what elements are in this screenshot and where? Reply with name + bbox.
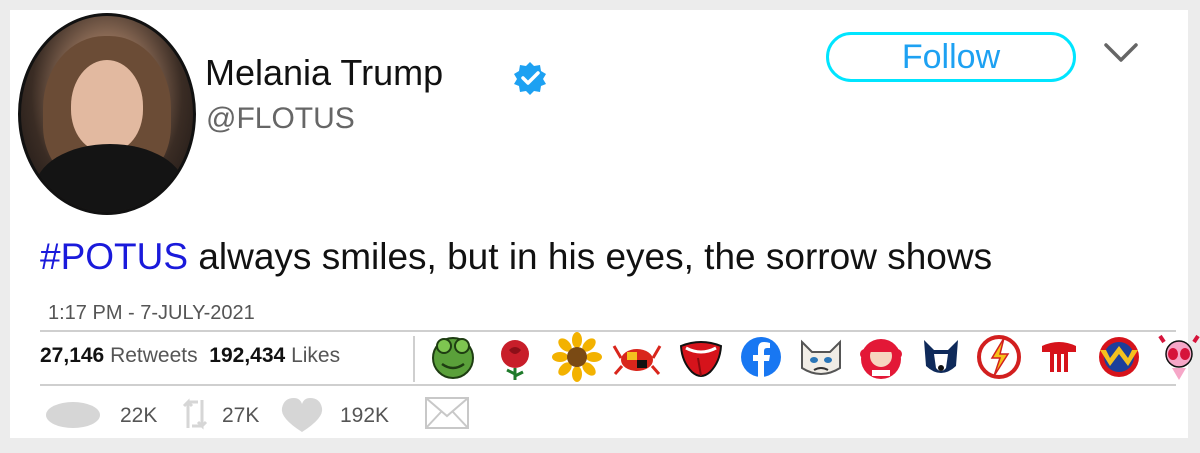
flash-badge-icon[interactable] bbox=[974, 332, 1024, 382]
avatar[interactable] bbox=[18, 13, 196, 215]
chevron-down-icon[interactable] bbox=[1104, 42, 1138, 64]
divider bbox=[40, 384, 1176, 386]
maryland-crab-badge-icon[interactable] bbox=[612, 332, 662, 382]
hashtag-link[interactable]: #POTUS bbox=[40, 236, 188, 277]
sunflower-badge-icon[interactable] bbox=[552, 332, 602, 382]
like-count[interactable]: 192K bbox=[340, 404, 389, 428]
like-icon[interactable] bbox=[278, 396, 326, 434]
rose-badge-icon[interactable] bbox=[490, 332, 540, 382]
engagement-stats: 27,146 Retweets 192,434 Likes bbox=[40, 344, 340, 368]
frog-badge-icon[interactable] bbox=[428, 332, 478, 382]
reply-count[interactable]: 22K bbox=[120, 404, 157, 428]
tweet-card: Melania Trump @FLOTUS Follow #POTUS alwa… bbox=[10, 10, 1200, 438]
tweet-text: #POTUS always smiles, but in his eyes, t… bbox=[40, 236, 992, 278]
facebook-badge-icon[interactable] bbox=[736, 332, 786, 382]
retweets-label[interactable]: Retweets bbox=[110, 344, 198, 367]
retweet-icon[interactable] bbox=[180, 394, 210, 434]
stats-divider bbox=[413, 336, 415, 382]
display-name[interactable]: Melania Trump bbox=[205, 52, 443, 94]
avatar-face bbox=[71, 60, 143, 152]
likes-count[interactable]: 192,434 bbox=[209, 344, 285, 367]
tweet-body: always smiles, but in his eyes, the sorr… bbox=[188, 236, 993, 277]
powerpuff-badge-icon[interactable] bbox=[1154, 332, 1200, 382]
message-icon[interactable] bbox=[424, 396, 470, 430]
trident-badge-icon[interactable] bbox=[1034, 332, 1084, 382]
retweet-count[interactable]: 27K bbox=[222, 404, 259, 428]
retweets-count[interactable]: 27,146 bbox=[40, 344, 104, 367]
wendys-badge-icon[interactable] bbox=[856, 332, 906, 382]
follow-button[interactable]: Follow bbox=[826, 32, 1076, 82]
grumpy-cat-badge-icon[interactable] bbox=[796, 332, 846, 382]
tongue-logo-badge-icon[interactable] bbox=[676, 332, 726, 382]
user-handle[interactable]: @FLOTUS bbox=[206, 102, 355, 136]
wonder-woman-badge-icon[interactable] bbox=[1094, 332, 1144, 382]
likes-label[interactable]: Likes bbox=[291, 344, 340, 367]
husky-badge-icon[interactable] bbox=[916, 332, 966, 382]
reply-icon[interactable] bbox=[44, 400, 102, 430]
tweet-timestamp[interactable]: 1:17 PM - 7-JULY-2021 bbox=[48, 302, 255, 325]
verified-badge-icon bbox=[514, 62, 546, 95]
